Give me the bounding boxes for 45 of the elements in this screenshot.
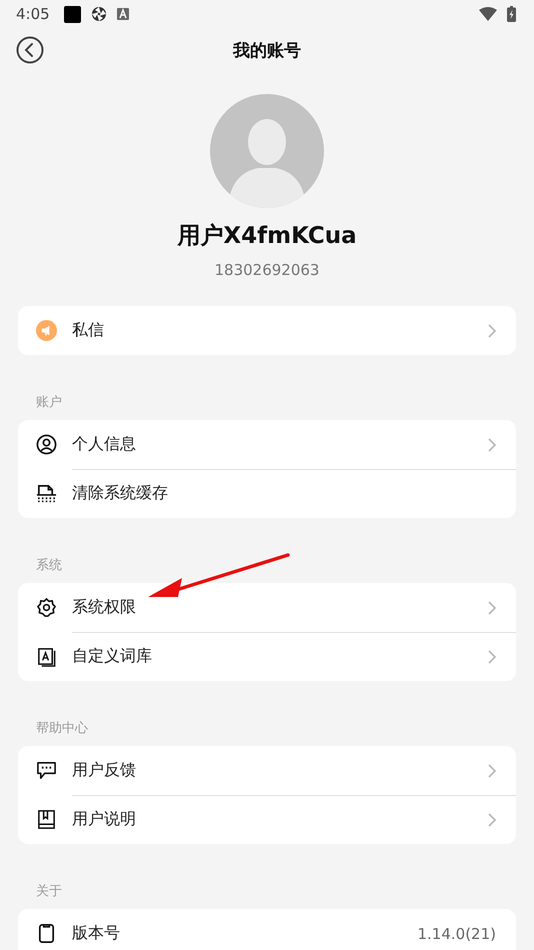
- phone-number: 18302692063: [214, 261, 320, 279]
- aperture-icon: [90, 6, 107, 22]
- row-label: 清除系统缓存: [72, 483, 168, 504]
- version-value: 1.14.0(21): [417, 924, 496, 942]
- chevron-icon: [488, 600, 496, 614]
- chevron-icon: [488, 438, 496, 452]
- settings-row[interactable]: 自定义词库: [18, 632, 516, 681]
- wifi-icon: [479, 7, 497, 21]
- shredder-icon: [36, 483, 57, 504]
- settings-row[interactable]: 版本号 1.14.0(21): [18, 909, 516, 950]
- book-icon: [36, 809, 57, 830]
- section-label: 账户: [35, 394, 63, 410]
- user-name: 用户X4fmKCua: [177, 222, 357, 251]
- back-button[interactable]: [16, 36, 44, 64]
- dictionary-icon: [36, 646, 57, 667]
- row-label: 用户反馈: [72, 760, 136, 781]
- settings-row[interactable]: 用户反馈: [18, 746, 516, 795]
- person-icon: [36, 434, 57, 455]
- row-label: 自定义词库: [72, 646, 152, 667]
- chevron-icon: [488, 650, 496, 664]
- page-title: 我的账号: [233, 40, 301, 62]
- chevron-icon: [488, 812, 496, 826]
- section-label: 帮助中心: [35, 720, 89, 736]
- section-label: 关于: [35, 883, 63, 899]
- settings-icon: [36, 597, 57, 618]
- status-time: 4:05: [16, 5, 50, 23]
- section-label: 系统: [35, 557, 63, 573]
- notification-icon: [64, 6, 81, 22]
- keyboard-icon: [116, 8, 129, 20]
- comment-icon: [36, 760, 57, 781]
- battery-icon: [507, 6, 516, 22]
- phone-icon: [36, 923, 57, 944]
- chevron-icon: [488, 764, 496, 778]
- row-label: 用户说明: [72, 809, 136, 830]
- row-label: 个人信息: [72, 434, 136, 455]
- row-label: 系统权限: [72, 597, 136, 618]
- settings-row[interactable]: 清除系统缓存: [18, 469, 516, 518]
- settings-row[interactable]: 个人信息: [18, 420, 516, 469]
- settings-row[interactable]: 系统权限: [18, 583, 516, 632]
- megaphone-icon: [36, 320, 57, 341]
- settings-row[interactable]: 用户说明: [18, 795, 516, 844]
- settings-row[interactable]: 私信: [18, 306, 516, 355]
- row-label: 私信: [72, 320, 104, 341]
- row-label: 版本号: [72, 923, 120, 944]
- chevron-icon: [488, 324, 496, 338]
